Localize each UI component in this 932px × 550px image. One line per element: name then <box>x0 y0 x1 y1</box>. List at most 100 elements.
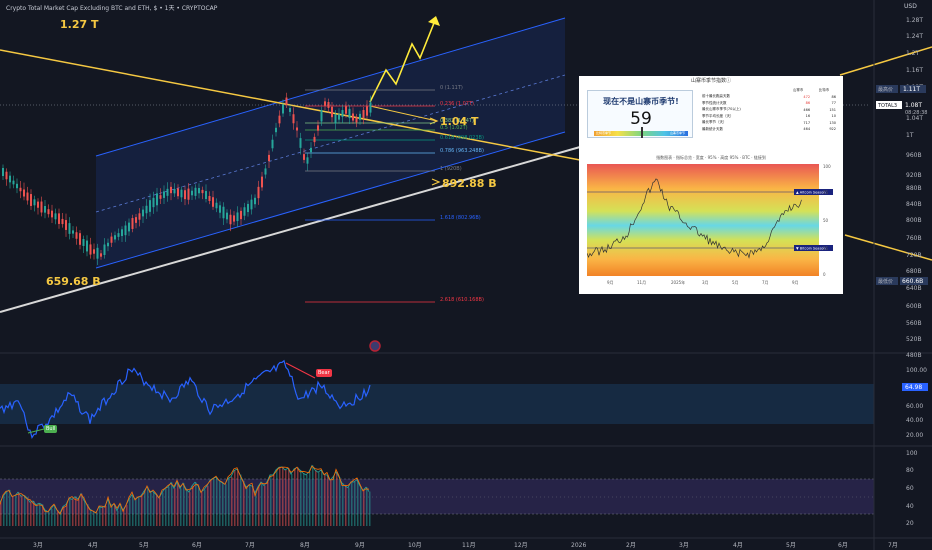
inset-subtitle: 指数图表 · 指标总览 · 宽度 · 95% · 高度 95% · BTC · … <box>656 155 766 160</box>
stoch-bar <box>237 469 239 526</box>
time-axis[interactable]: 3月 4月 5月 6月 7月 8月 9月 10月 11月 12月 2026 2月 3月 4月 5月 6月 7月 <box>33 542 898 549</box>
candle-body <box>117 233 120 237</box>
candle-body <box>110 236 113 243</box>
candle-body <box>226 212 228 220</box>
stoch-bar <box>333 476 335 526</box>
stoch-bar <box>318 472 320 526</box>
time-tick-label: 2月 <box>626 542 636 549</box>
inset-index-value: 59 <box>630 109 652 129</box>
candle-body <box>345 106 347 114</box>
stoch-bar <box>63 506 65 526</box>
candle-body <box>250 199 253 210</box>
inset-row-value: 464 <box>803 127 811 132</box>
candle-body <box>275 127 277 133</box>
fib-level-label: 0.236 (1.07T) <box>440 101 474 107</box>
stoch-bar <box>195 482 197 526</box>
candle-body <box>51 210 53 218</box>
candle-body <box>12 180 15 185</box>
price-tick-label: 800B <box>906 217 922 224</box>
stoch-bar <box>231 476 233 526</box>
stoch-bar <box>123 510 125 526</box>
candle-body <box>201 189 204 194</box>
stoch-bar <box>294 468 296 526</box>
stoch-bar <box>339 477 341 526</box>
price-tick-label: 760B <box>906 235 922 242</box>
stoch-bar <box>261 482 263 526</box>
stoch-bar <box>60 512 62 526</box>
stoch-bar <box>66 504 68 526</box>
candle-body <box>359 113 361 120</box>
stoch-bar <box>324 474 326 526</box>
fib-level-label: 1.618 (802.96B) <box>440 215 481 221</box>
candle-body <box>254 197 256 205</box>
candle-body <box>44 206 46 213</box>
stoch-bar <box>171 482 173 526</box>
stoch-bar <box>348 487 350 526</box>
stoch-bar <box>210 480 212 526</box>
stoch-bar <box>111 505 113 526</box>
candle-body <box>33 199 36 206</box>
candle-body <box>282 104 284 114</box>
channel-fill <box>96 18 565 268</box>
stoch-bar <box>75 496 77 526</box>
candle-body <box>135 217 137 223</box>
price-tick-label: 720B <box>906 252 922 259</box>
candle-body <box>100 253 102 257</box>
stoch-bar <box>162 492 164 526</box>
candle-body <box>47 209 50 215</box>
candle-body <box>212 197 214 207</box>
candle-body <box>215 202 218 209</box>
candle-body <box>289 108 291 112</box>
candle-body <box>320 110 323 122</box>
high-value: 1.11T <box>903 86 920 93</box>
rsi-bull-badge: Bull <box>44 425 58 433</box>
stoch-bar <box>138 497 140 526</box>
candle-body <box>341 110 344 117</box>
candle-body <box>149 200 151 212</box>
candle-body <box>142 209 144 217</box>
stoch-bar <box>207 485 209 526</box>
candle-body <box>23 189 25 197</box>
candle-body <box>170 186 172 194</box>
stoch-bar <box>165 488 167 526</box>
stoch-bar <box>246 487 248 526</box>
price-tick-label: 880B <box>906 185 922 192</box>
stoch-bar <box>90 509 92 526</box>
inset-y-label: 0 <box>823 272 826 277</box>
stoch-bar <box>228 478 230 526</box>
candle-body <box>86 240 88 252</box>
inset-y-axis: 100 75 50 25 0 <box>823 164 831 277</box>
stoch-bar <box>168 487 170 526</box>
stoch-bar <box>276 469 278 526</box>
low-tag: 最低价 <box>878 278 893 285</box>
stoch-bar <box>12 496 14 526</box>
stoch-bar <box>48 511 50 526</box>
us-flag-icon[interactable] <box>369 340 381 352</box>
candle-body <box>138 213 141 220</box>
gradient-marker <box>641 127 643 138</box>
stoch-bar <box>126 505 128 526</box>
time-tick-label: 4月 <box>88 542 98 549</box>
candle-body <box>30 194 32 206</box>
stoch-bar <box>39 503 41 526</box>
candle-body <box>243 207 246 216</box>
inset-x-label: 3月 <box>702 280 709 285</box>
candle-body <box>324 101 326 106</box>
candle-body <box>194 187 197 196</box>
time-tick-label: 3月 <box>33 542 43 549</box>
inset-x-label: 5月 <box>732 280 739 285</box>
candle-body <box>114 235 116 240</box>
stoch-bar <box>159 498 161 526</box>
gradient-left-label: 比特币季节 <box>596 131 612 135</box>
price-tick-label: 560B <box>906 320 922 327</box>
stoch-bar <box>288 468 290 526</box>
candle-body <box>180 189 183 198</box>
countdown: 08:28:38 <box>905 110 927 116</box>
stoch-bar <box>69 498 71 526</box>
stoch-bar <box>99 506 101 526</box>
candle-body <box>124 225 127 236</box>
stoch-bar <box>258 486 260 526</box>
candle-body <box>208 195 211 202</box>
price-axis[interactable]: 1.28T1.24T1.2T1.16T1.12T1.04T1T960B920B8… <box>906 17 923 359</box>
stoch-bar <box>216 477 218 526</box>
